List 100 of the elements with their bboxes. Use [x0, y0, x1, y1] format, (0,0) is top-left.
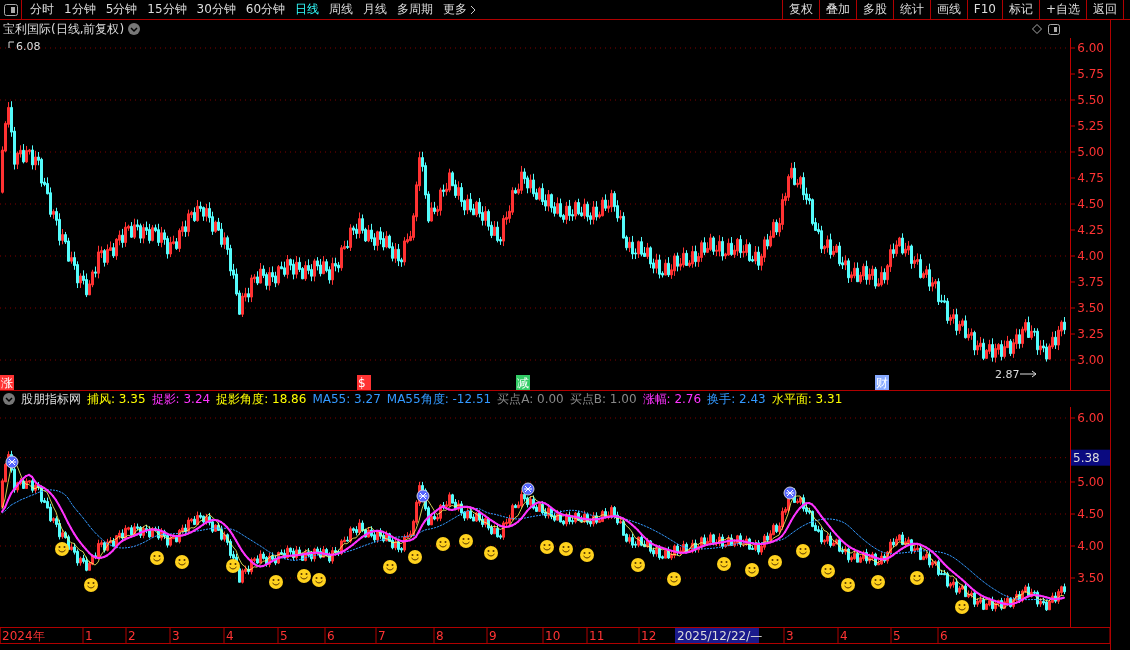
indicator-value: 涨幅: 2.76 — [642, 391, 702, 407]
toolbar-button[interactable]: 多股 — [855, 0, 893, 19]
period-tab[interactable]: 月线 — [358, 0, 393, 19]
high-price-label: 6.08 — [16, 40, 41, 53]
toolbar-button[interactable]: 画线 — [929, 0, 967, 19]
smiley-icon — [484, 546, 498, 560]
price-label: 3.00 — [1077, 353, 1104, 367]
smiley-icon — [910, 571, 924, 585]
date-label: 5 — [893, 629, 901, 643]
indicator-value: 买点A: 0.00 — [497, 391, 564, 407]
smiley-icon — [667, 572, 681, 586]
price-label: 5.25 — [1077, 119, 1104, 133]
toolbar-button[interactable]: 标记 — [1001, 0, 1039, 19]
date-label: 11 — [589, 629, 605, 643]
indicator-value: MA55: 3.27 — [312, 391, 381, 407]
price-label: 3.75 — [1077, 275, 1104, 289]
smiley-icon — [408, 550, 422, 564]
toolbar-button[interactable]: 统计 — [892, 0, 930, 19]
smiley-icon — [297, 569, 311, 583]
smiley-icon — [226, 559, 240, 573]
period-tab[interactable]: 分时 — [25, 0, 59, 19]
date-label: 9 — [489, 629, 497, 643]
period-tab[interactable]: 5分钟 — [100, 0, 143, 19]
price-label: 5.50 — [1077, 93, 1104, 107]
toolbar-button[interactable]: 返回 — [1086, 0, 1124, 19]
smiley-icon — [871, 575, 885, 589]
price-label: 3.50 — [1077, 301, 1104, 315]
price-label: 5.75 — [1077, 67, 1104, 81]
panel-toggle-icon[interactable] — [1048, 23, 1060, 35]
indicator-value: 水平面: 3.31 — [771, 391, 843, 407]
toolbar-button[interactable]: 复权 — [781, 0, 819, 19]
period-tab[interactable]: 更多 — [438, 0, 482, 19]
date-label: 2 — [128, 629, 136, 643]
smiley-icon — [796, 544, 810, 558]
smiley-icon — [55, 542, 69, 556]
panel-toggle-icon[interactable] — [3, 3, 18, 16]
price-label: 4.00 — [1077, 249, 1104, 263]
smiley-icon — [436, 537, 450, 551]
current-value-tag: 5.38 — [1071, 449, 1110, 466]
date-label: 5 — [280, 629, 288, 643]
price-label: 4.75 — [1077, 171, 1104, 185]
price-label: 3.50 — [1077, 571, 1104, 585]
smiley-icon — [269, 575, 283, 589]
date-label: 3 — [786, 629, 794, 643]
indicator-value: 买点B: 1.00 — [569, 391, 637, 407]
smiley-icon — [175, 555, 189, 569]
date-label: 6 — [940, 629, 948, 643]
smiley-icon — [768, 555, 782, 569]
smiley-icon — [383, 560, 397, 574]
date-label: 12 — [641, 629, 657, 643]
date-label: 4 — [226, 629, 234, 643]
period-tab[interactable]: 60分钟 — [240, 0, 291, 19]
price-label: 6.00 — [1077, 41, 1104, 55]
date-label: 4 — [840, 629, 848, 643]
period-tab[interactable]: 1分钟 — [59, 0, 101, 19]
toolbar-button[interactable]: F10 — [966, 0, 1002, 19]
dropdown-icon[interactable] — [128, 23, 141, 35]
chevron-right-icon — [470, 4, 477, 15]
price-label: 4.50 — [1077, 197, 1104, 211]
date-label: 8 — [436, 629, 444, 643]
event-marker[interactable]: 涨 — [0, 375, 14, 390]
period-tab[interactable]: 多周期 — [392, 0, 439, 19]
toolbar-button[interactable]: +自选 — [1038, 0, 1086, 19]
price-label: 4.50 — [1077, 507, 1104, 521]
price-label: 6.00 — [1077, 411, 1104, 425]
event-marker[interactable]: $ — [357, 375, 371, 390]
period-tab[interactable]: 15分钟 — [142, 0, 192, 19]
dropdown-icon[interactable] — [3, 393, 15, 405]
price-label: 4.00 — [1077, 539, 1104, 553]
smiley-icon — [150, 551, 164, 565]
period-tab[interactable]: 30分钟 — [191, 0, 241, 19]
price-label: 4.25 — [1077, 223, 1104, 237]
indicator-name: 股朋指标网 — [21, 391, 81, 407]
chart-title: 宝利国际(日线,前复权) — [2, 21, 125, 38]
period-tab[interactable]: 周线 — [324, 0, 359, 19]
diamond-icon[interactable] — [1032, 24, 1042, 34]
smiley-icon — [540, 540, 554, 554]
smiley-icon — [312, 573, 326, 587]
smiley-icon — [821, 564, 835, 578]
smiley-icon — [84, 578, 98, 592]
toolbar-button[interactable]: 叠加 — [818, 0, 856, 19]
price-label: 3.25 — [1077, 327, 1104, 341]
indicator-value: 捉影: 3.24 — [151, 391, 211, 407]
indicator-value: 捕风: 3.35 — [87, 391, 146, 407]
indicator-value: MA55角度: -12.51 — [386, 391, 492, 407]
price-label: 5.00 — [1077, 475, 1104, 489]
date-label: 7 — [378, 629, 386, 643]
date-label: 10 — [545, 629, 561, 643]
smiley-icon — [717, 557, 731, 571]
smiley-icon — [955, 600, 969, 614]
low-price-label: 2.87 — [995, 368, 1020, 381]
period-tab[interactable]: 日线 — [290, 0, 325, 19]
date-label: 3 — [172, 629, 180, 643]
indicator-value: 捉影角度: 18.86 — [216, 391, 307, 407]
price-label: 5.00 — [1077, 145, 1104, 159]
smiley-icon — [745, 563, 759, 577]
date-label: 2024年 — [2, 629, 45, 643]
smiley-icon — [580, 548, 594, 562]
indicator-value: 换手: 2.43 — [707, 391, 766, 407]
smiley-icon — [841, 578, 855, 592]
